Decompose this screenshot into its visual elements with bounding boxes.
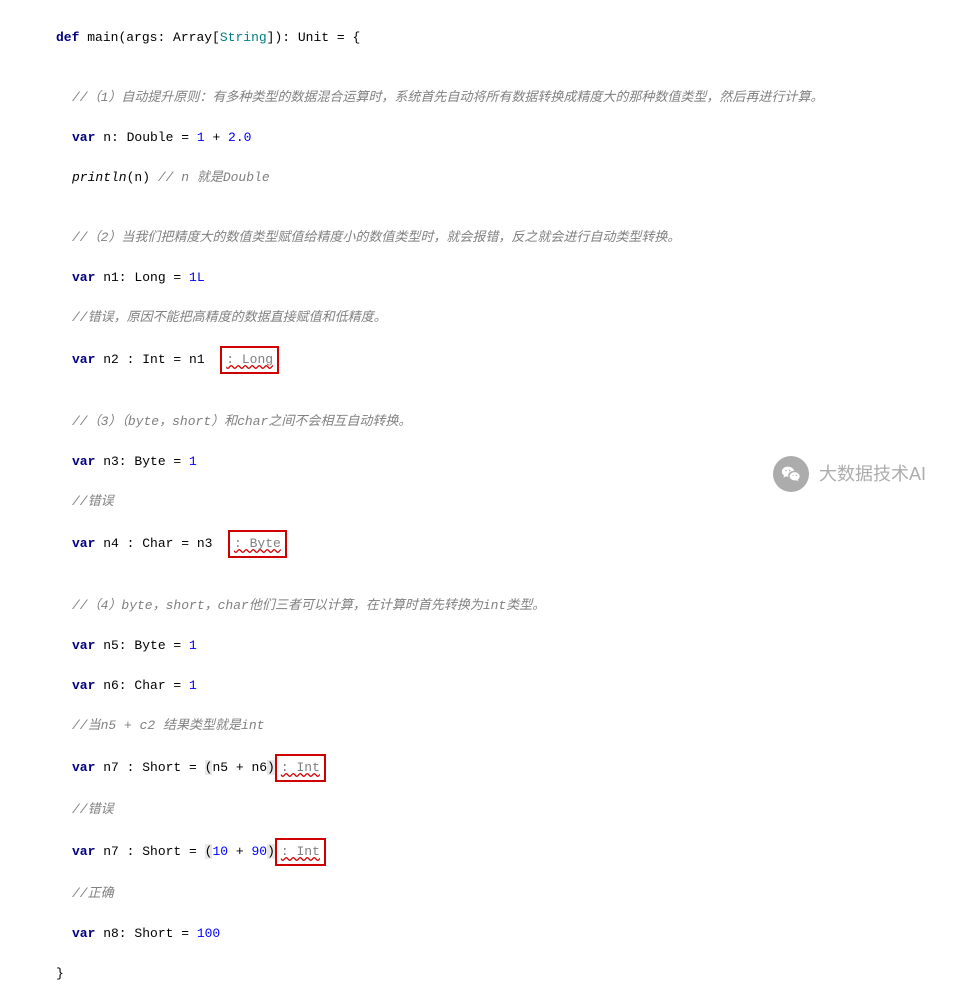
comment-line: //（1）自动提升原则：有多种类型的数据混合运算时，系统首先自动将所有数据转换成… [12, 88, 956, 108]
watermark: 大数据技术AI [773, 456, 926, 492]
var-decl: var n5: Byte = 1 [12, 636, 956, 656]
comment-line: //错误 [12, 492, 956, 512]
close-brace: } [12, 964, 956, 984]
error-highlight: : Int [275, 838, 326, 866]
var-decl: var n: Double = 1 + 2.0 [12, 128, 956, 148]
error-highlight: : Int [275, 754, 326, 782]
var-decl-error: var n7 : Short = (n5 + n6): Int [12, 756, 956, 780]
code-editor[interactable]: def main(args: Array[String]): Unit = { … [12, 8, 956, 1004]
wechat-icon [773, 456, 809, 492]
println-call: println(n) // n 就是Double [12, 168, 956, 188]
method-signature: def main(args: Array[String]): Unit = { [12, 28, 956, 48]
string-type: String [220, 30, 267, 45]
comment-line: //（2）当我们把精度大的数值类型赋值给精度小的数值类型时，就会报错，反之就会进… [12, 228, 956, 248]
var-decl-error: var n4 : Char = n3 : Byte [12, 532, 956, 556]
comment-line: //（3）（byte，short）和char之间不会相互自动转换。 [12, 412, 956, 432]
error-highlight: : Byte [228, 530, 287, 558]
var-decl: var n8: Short = 100 [12, 924, 956, 944]
comment-line: //当n5 + c2 结果类型就是int [12, 716, 956, 736]
var-decl: var n1: Long = 1L [12, 268, 956, 288]
var-decl: var n6: Char = 1 [12, 676, 956, 696]
error-highlight: : Long [220, 346, 279, 374]
var-decl-error: var n2 : Int = n1 : Long [12, 348, 956, 372]
watermark-text: 大数据技术AI [819, 464, 926, 484]
comment-line: //正确 [12, 884, 956, 904]
def-keyword: def [56, 30, 79, 45]
comment-line: //（4）byte，short，char他们三者可以计算，在计算时首先转换为in… [12, 596, 956, 616]
comment-line: //错误，原因不能把高精度的数据直接赋值和低精度。 [12, 308, 956, 328]
comment-line: //错误 [12, 800, 956, 820]
var-decl-error: var n7 : Short = (10 + 90): Int [12, 840, 956, 864]
